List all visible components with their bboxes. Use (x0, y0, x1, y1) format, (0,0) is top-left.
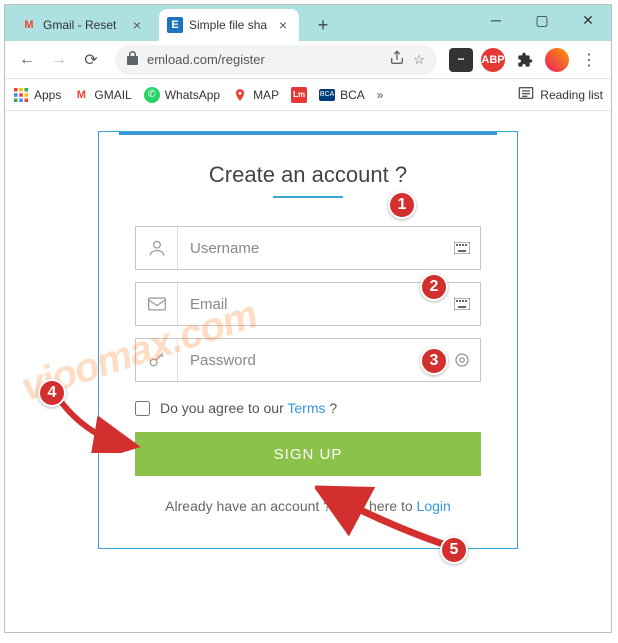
bookmark-label: WhatsApp (165, 88, 220, 102)
page-content: vioomax.com Create an account ? 1 (5, 111, 611, 632)
titlebar: M Gmail - Reset × E Simple file sha × + … (5, 5, 611, 41)
map-bookmark[interactable]: MAP (232, 87, 279, 103)
annotation-badge-3: 3 (420, 347, 448, 375)
new-tab-button[interactable]: + (309, 11, 337, 39)
back-button[interactable]: ← (13, 46, 41, 74)
bookmark-label: GMAIL (94, 88, 131, 102)
forward-button[interactable]: → (45, 46, 73, 74)
keyboard-icon[interactable] (444, 242, 480, 254)
map-icon (232, 87, 248, 103)
terms-link[interactable]: Terms (287, 400, 325, 416)
annotation-badge-4: 4 (38, 379, 66, 407)
whatsapp-icon: ✆ (144, 87, 160, 103)
gmail-icon: M (73, 87, 89, 103)
profile-avatar[interactable] (545, 48, 569, 72)
tab-gmail[interactable]: M Gmail - Reset × (13, 9, 153, 41)
lock-icon (127, 51, 139, 68)
keyboard-icon[interactable] (444, 298, 480, 310)
tab-emload[interactable]: E Simple file sha × (159, 9, 299, 41)
lm-icon: Lm (291, 87, 307, 103)
menu-button[interactable]: ⋮ (575, 46, 603, 74)
terms-text: Do you agree to our Terms ? (160, 400, 337, 416)
login-link[interactable]: Login (417, 498, 451, 514)
gmail-favicon-icon: M (21, 17, 37, 33)
gmail-bookmark[interactable]: M GMAIL (73, 87, 131, 103)
extension-icon[interactable]: ••• (449, 48, 473, 72)
close-icon[interactable]: × (275, 17, 291, 33)
email-icon (136, 283, 178, 325)
browser-toolbar: ← → ⟳ emload.com/register ☆ ••• ABP ⋮ (5, 41, 611, 79)
close-icon[interactable]: × (129, 17, 145, 33)
reading-list-button[interactable]: Reading list (518, 86, 603, 103)
terms-row: Do you agree to our Terms ? (135, 400, 481, 416)
password-row: 3 (135, 338, 481, 382)
whatsapp-bookmark[interactable]: ✆ WhatsApp (144, 87, 220, 103)
form-title: Create an account ? (135, 162, 481, 188)
key-icon (136, 339, 178, 381)
address-bar[interactable]: emload.com/register ☆ (115, 45, 437, 75)
bookmark-overflow[interactable]: » (377, 88, 384, 102)
login-row: Already have an account ? Click here to … (135, 498, 481, 514)
window-controls: ─ ▢ ✕ (473, 5, 611, 35)
bca-icon: BCA (319, 89, 335, 101)
bookmark-label: Apps (34, 88, 61, 102)
signup-button[interactable]: SIGN UP (135, 432, 481, 476)
emload-favicon-icon: E (167, 17, 183, 33)
email-input[interactable] (178, 283, 444, 325)
annotation-badge-5: 5 (440, 536, 468, 564)
username-input[interactable] (178, 227, 444, 269)
bookmarks-bar: Apps M GMAIL ✆ WhatsApp MAP Lm BCA BCA » (5, 79, 611, 111)
browser-window: M Gmail - Reset × E Simple file sha × + … (4, 4, 612, 633)
tab-title: Gmail - Reset (43, 18, 125, 32)
maximize-button[interactable]: ▢ (519, 5, 565, 35)
adblock-icon[interactable]: ABP (481, 48, 505, 72)
title-underline (273, 196, 343, 198)
close-window-button[interactable]: ✕ (565, 5, 611, 35)
annotation-badge-2: 2 (420, 273, 448, 301)
username-row: 1 (135, 226, 481, 270)
url-text: emload.com/register (147, 52, 381, 67)
share-icon[interactable] (389, 50, 405, 69)
bookmark-label: MAP (253, 88, 279, 102)
email-row: 2 (135, 282, 481, 326)
apps-icon (13, 87, 29, 103)
password-toggle-icon[interactable] (444, 351, 480, 369)
reading-list-label: Reading list (540, 88, 603, 102)
reading-list-icon (518, 86, 534, 103)
minimize-button[interactable]: ─ (473, 5, 519, 35)
bookmark-label: BCA (340, 88, 365, 102)
extensions-button[interactable] (511, 46, 539, 74)
user-icon (136, 227, 178, 269)
terms-checkbox[interactable] (135, 401, 150, 416)
register-form: Create an account ? 1 (98, 131, 518, 549)
reload-button[interactable]: ⟳ (77, 46, 105, 74)
lm-bookmark[interactable]: Lm (291, 87, 307, 103)
password-input[interactable] (178, 339, 444, 381)
apps-bookmark[interactable]: Apps (13, 87, 61, 103)
bca-bookmark[interactable]: BCA BCA (319, 88, 365, 102)
tab-title: Simple file sha (189, 18, 271, 32)
star-icon[interactable]: ☆ (413, 52, 425, 68)
annotation-badge-1: 1 (388, 191, 416, 219)
